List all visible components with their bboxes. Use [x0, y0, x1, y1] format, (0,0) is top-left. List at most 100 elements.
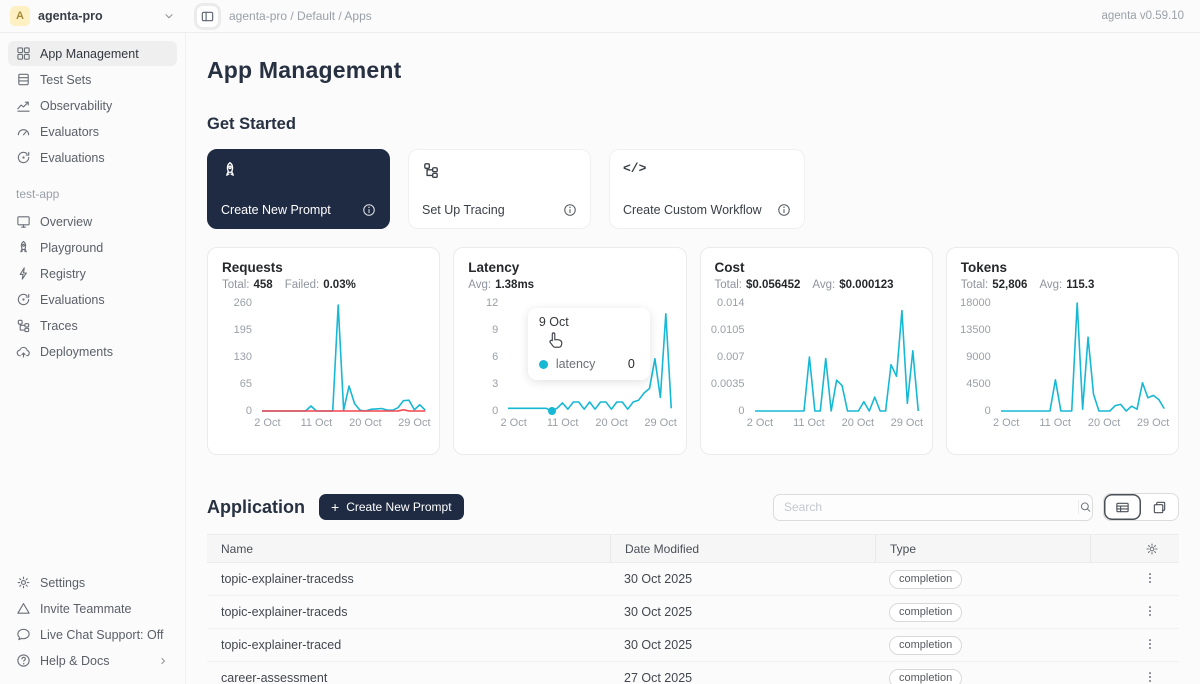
- get-started-card-set-up-tracing[interactable]: Set Up Tracing: [408, 149, 591, 229]
- column-header-date-modified: Date Modified: [610, 535, 875, 562]
- y-axis: 129630: [468, 303, 508, 411]
- code-icon: </>: [623, 161, 791, 179]
- search-input[interactable]: [774, 500, 1078, 514]
- sidebar-item-label: Evaluations: [40, 293, 105, 307]
- sidebar-item-label: Settings: [40, 576, 85, 590]
- y-axis: 260195130650: [222, 303, 262, 411]
- workspace-avatar: A: [10, 6, 30, 26]
- sidebar-item-evaluations[interactable]: Evaluations: [8, 287, 177, 312]
- get-started-card-create-custom-workflow[interactable]: </> Create Custom Workflow: [609, 149, 805, 229]
- search-icon[interactable]: [1078, 500, 1092, 514]
- gear-icon: [16, 575, 31, 590]
- row-menu-icon[interactable]: [1143, 571, 1157, 585]
- application-title: Application: [207, 497, 305, 518]
- table-row[interactable]: topic-explainer-traced30 Oct 2025complet…: [207, 629, 1179, 662]
- card-view-icon: [1152, 500, 1167, 515]
- sidebar-item-help-docs[interactable]: Help & Docs: [8, 648, 177, 673]
- table-row[interactable]: topic-explainer-traceds30 Oct 2025comple…: [207, 596, 1179, 629]
- table-view-button[interactable]: [1104, 494, 1141, 520]
- table-body: topic-explainer-tracedss30 Oct 2025compl…: [207, 563, 1179, 684]
- top-bar: A agenta-pro agenta-pro / Default / Apps…: [0, 0, 1200, 33]
- legend-dot: [539, 360, 548, 369]
- card-label: Create New Prompt: [221, 203, 331, 217]
- row-menu-icon[interactable]: [1143, 604, 1157, 618]
- gauge-icon: [16, 124, 31, 139]
- sidebar-item-playground[interactable]: Playground: [8, 235, 177, 260]
- sidebar-item-observability[interactable]: Observability: [8, 93, 177, 118]
- sidebar-collapse-button[interactable]: [194, 3, 221, 30]
- app-name-cell: topic-explainer-traceds: [207, 605, 610, 619]
- tree-icon: [16, 318, 31, 333]
- sidebar-item-label: Playground: [40, 241, 103, 255]
- date-modified-cell: 27 Oct 2025: [610, 671, 875, 684]
- series-line-tokens: [1001, 303, 1164, 411]
- tooltip-value: 0: [628, 357, 639, 371]
- column-settings-gear-icon[interactable]: [1145, 542, 1159, 556]
- get-started-card-create-new-prompt[interactable]: Create New Prompt: [207, 149, 390, 229]
- table-row[interactable]: topic-explainer-tracedss30 Oct 2025compl…: [207, 563, 1179, 596]
- row-menu-icon[interactable]: [1143, 637, 1157, 651]
- chevron-right-icon: [157, 655, 169, 667]
- sidebar-item-app-management[interactable]: App Management: [8, 41, 177, 66]
- sidebar-item-evaluators[interactable]: Evaluators: [8, 119, 177, 144]
- chart-card-requests: RequestsTotal:458Failed:0.03%26019513065…: [207, 247, 440, 455]
- chart-stat: Total:$0.056452: [715, 279, 801, 291]
- workspace-selector[interactable]: A agenta-pro: [0, 6, 186, 26]
- type-badge: completion: [889, 570, 962, 589]
- sidebar-item-live-chat-support-off[interactable]: Live Chat Support: Off: [8, 622, 177, 647]
- sidebar-item-overview[interactable]: Overview: [8, 209, 177, 234]
- rocket-icon: [221, 161, 239, 179]
- sidebar-item-label: Help & Docs: [40, 654, 109, 668]
- sidebar-item-label: Test Sets: [40, 73, 91, 87]
- main-content: App Management Get Started Create New Pr…: [186, 33, 1200, 684]
- row-menu-icon[interactable]: [1143, 670, 1157, 684]
- x-axis: 2 Oct11 Oct20 Oct29 Oct: [1001, 411, 1164, 429]
- card-view-button[interactable]: [1141, 494, 1178, 520]
- sidebar-section-label: test-app: [16, 187, 177, 201]
- chart-card-cost: CostTotal:$0.056452Avg:$0.0001230.0140.0…: [700, 247, 933, 455]
- series-line-requests: [262, 305, 425, 411]
- sidebar-item-label: Observability: [40, 99, 112, 113]
- create-new-prompt-button[interactable]: + Create New Prompt: [319, 494, 464, 520]
- card-label: Create Custom Workflow: [623, 203, 762, 217]
- search-box: [773, 494, 1093, 521]
- chart-stats: Total:$0.056452Avg:$0.000123: [715, 279, 918, 291]
- sidebar-footer-nav: Settings Invite TeammateLive Chat Support…: [8, 570, 177, 674]
- cloud-icon: [16, 344, 31, 359]
- panel-icon: [200, 9, 215, 24]
- table-view-icon: [1115, 500, 1130, 515]
- sidebar-main-nav: App Management Test Sets Observability Eval…: [8, 41, 177, 171]
- date-modified-cell: 30 Oct 2025: [610, 638, 875, 652]
- breadcrumb[interactable]: agenta-pro / Default / Apps: [229, 9, 372, 23]
- monitor-icon: [16, 214, 31, 229]
- cursor-icon: [547, 331, 564, 350]
- info-icon[interactable]: [362, 203, 376, 217]
- metric-charts-row: RequestsTotal:458Failed:0.03%26019513065…: [207, 247, 1179, 455]
- sidebar-item-invite-teammate[interactable]: Invite Teammate: [8, 596, 177, 621]
- refresh-icon: [16, 150, 31, 165]
- triangle-icon: [16, 601, 31, 616]
- app-name-cell: career-assessment: [207, 671, 610, 684]
- chevron-down-icon: [162, 9, 176, 23]
- plot-area: [1001, 303, 1164, 411]
- list-icon: [16, 72, 31, 87]
- sidebar-item-traces[interactable]: Traces: [8, 313, 177, 338]
- sidebar-item-deployments[interactable]: Deployments: [8, 339, 177, 364]
- chart-card-latency: LatencyAvg:1.38ms1296309 Octlatency02 Oc…: [453, 247, 686, 455]
- x-axis: 2 Oct11 Oct20 Oct29 Oct: [262, 411, 425, 429]
- sidebar-item-label: Overview: [40, 215, 92, 229]
- sidebar-item-settings[interactable]: Settings: [8, 570, 177, 595]
- sidebar-item-registry[interactable]: Registry: [8, 261, 177, 286]
- info-icon[interactable]: [777, 203, 791, 217]
- chart-stat: Avg:1.38ms: [468, 279, 534, 291]
- info-icon[interactable]: [563, 203, 577, 217]
- sidebar-item-test-sets[interactable]: Test Sets: [8, 67, 177, 92]
- sidebar-item-label: Evaluators: [40, 125, 99, 139]
- tooltip-series-name: latency: [556, 357, 596, 371]
- column-header-name: Name: [207, 535, 610, 562]
- refresh-icon: [16, 292, 31, 307]
- application-header: Application + Create New Prompt: [207, 493, 1179, 521]
- date-modified-cell: 30 Oct 2025: [610, 605, 875, 619]
- table-row[interactable]: career-assessment27 Oct 2025completion: [207, 662, 1179, 684]
- sidebar-item-evaluations[interactable]: Evaluations: [8, 145, 177, 170]
